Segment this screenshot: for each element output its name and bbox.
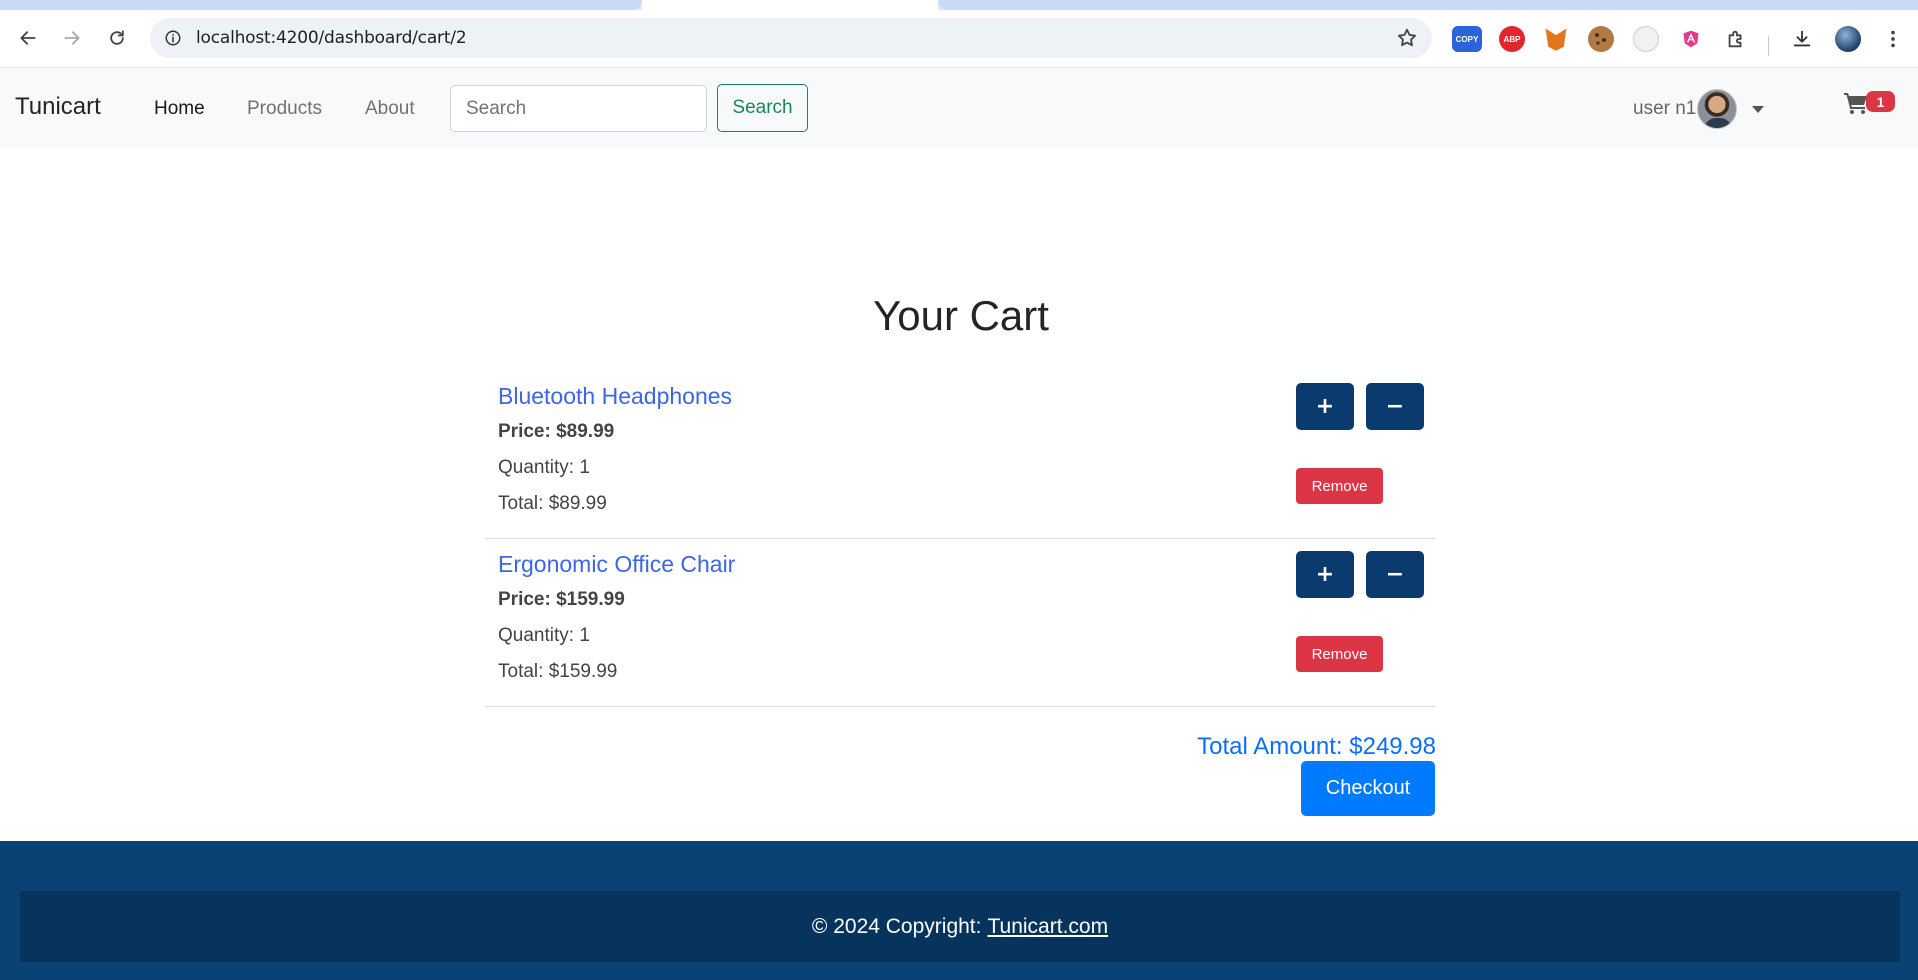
remove-item-button[interactable]: Remove [1296,636,1383,672]
angular-devtools-icon[interactable] [1678,26,1704,52]
cookie-icon[interactable] [1588,26,1614,52]
increase-quantity-button[interactable]: + [1296,551,1354,598]
browser-tab-active[interactable] [642,0,938,10]
item-total: Total: $159.99 [498,661,618,682]
cart-item-list: Bluetooth Headphones Price: $89.99 Quant… [485,371,1436,707]
cart-item: Ergonomic Office Chair Price: $159.99 Qu… [485,539,1436,707]
downloads-icon[interactable] [1789,26,1815,52]
user-dropdown-caret-icon[interactable] [1752,106,1764,113]
nav-link-home[interactable]: Home [154,98,205,120]
profile-icon[interactable] [1835,26,1861,52]
page-title: Your Cart [873,292,1049,339]
browser-tab-strip [0,0,1918,10]
footer-copyright-bar: © 2024 Copyright: Tunicart.com [20,891,1900,962]
page-footer: © 2024 Copyright: Tunicart.com [0,841,1918,980]
brand-logo[interactable]: Tunicart [15,93,101,121]
copy-extension-icon[interactable]: COPY [1452,26,1482,52]
toolbar-separator [1768,36,1769,56]
item-name-link[interactable]: Bluetooth Headphones [498,383,732,410]
checkout-button[interactable]: Checkout [1301,761,1435,816]
footer-site-link[interactable]: Tunicart.com [987,915,1108,939]
item-price: Price: $89.99 [498,421,615,442]
browser-tab-inactive[interactable] [938,0,1918,10]
search-input[interactable] [450,85,707,132]
browser-toolbar: localhost:4200/dashboard/cart/2 COPY ABP [0,10,1918,68]
forward-icon[interactable] [56,22,88,54]
search-button[interactable]: Search [717,84,808,132]
extensions-puzzle-icon[interactable] [1723,26,1749,52]
back-icon[interactable] [12,22,44,54]
user-name[interactable]: user n1 [1633,98,1696,120]
nav-link-about[interactable]: About [365,98,415,120]
reload-icon[interactable] [101,22,133,54]
adblock-plus-icon[interactable]: ABP [1499,26,1525,52]
app-navbar: Tunicart Home Products About Search user… [0,69,1918,149]
bookmark-star-icon[interactable] [1396,27,1418,49]
site-info-icon[interactable] [162,27,184,49]
item-quantity: Quantity: 1 [498,457,590,478]
item-price: Price: $159.99 [498,589,625,610]
nav-link-products[interactable]: Products [247,98,322,120]
decrease-quantity-button[interactable]: − [1366,383,1424,430]
item-quantity: Quantity: 1 [498,625,590,646]
clock-extension-icon[interactable] [1633,26,1659,52]
browser-tab-inactive[interactable] [0,0,642,10]
footer-copyright-text: © 2024 Copyright: [811,914,982,938]
cart-item: Bluetooth Headphones Price: $89.99 Quant… [485,371,1436,539]
metamask-icon[interactable] [1545,28,1567,51]
cart-total-amount: Total Amount: $249.98 [1197,733,1436,760]
more-menu-icon[interactable] [1880,26,1906,52]
cart-count-badge: 1 [1866,91,1895,112]
address-bar[interactable]: localhost:4200/dashboard/cart/2 [150,18,1432,58]
decrease-quantity-button[interactable]: − [1366,551,1424,598]
increase-quantity-button[interactable]: + [1296,383,1354,430]
remove-item-button[interactable]: Remove [1296,468,1383,504]
address-bar-url[interactable]: localhost:4200/dashboard/cart/2 [196,28,467,48]
avatar[interactable] [1697,89,1737,129]
item-total: Total: $89.99 [498,493,607,514]
item-name-link[interactable]: Ergonomic Office Chair [498,551,735,578]
